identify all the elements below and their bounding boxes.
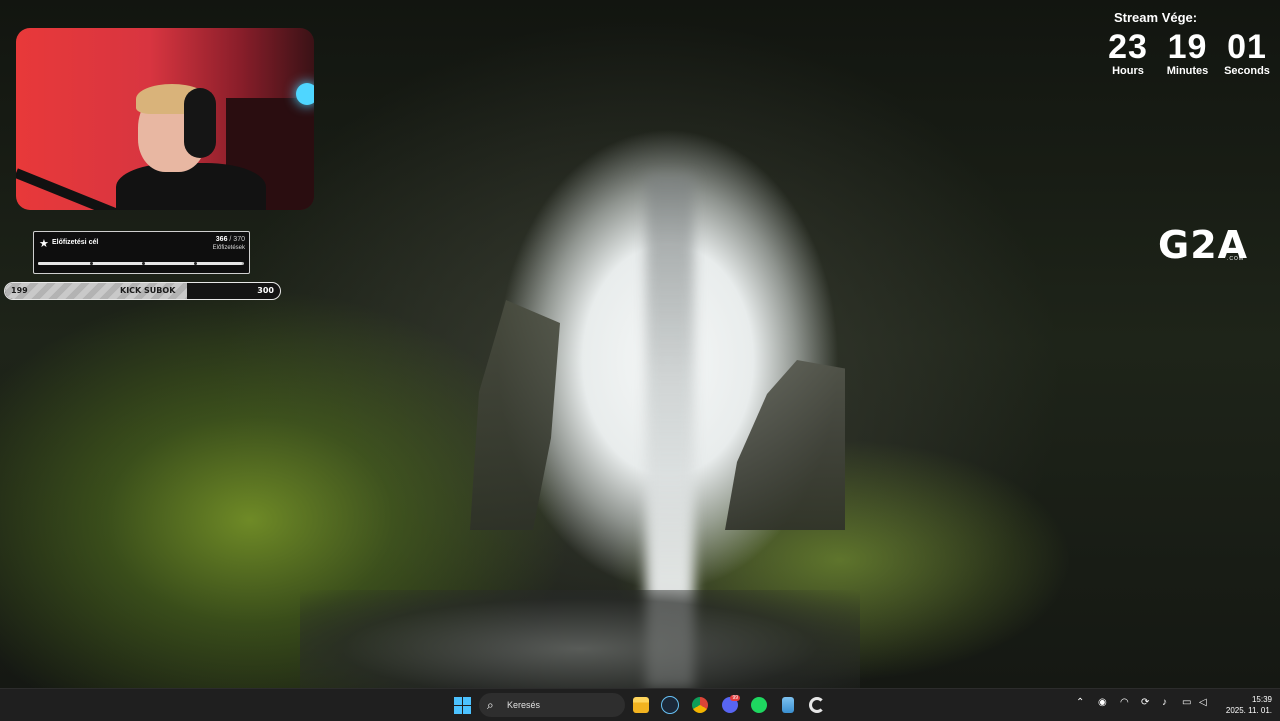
g2a-logo-domain: .COM — [1226, 256, 1245, 262]
progress-marker — [90, 262, 93, 265]
subscription-goal-progress-track — [38, 262, 244, 265]
star-icon: ★ — [39, 238, 49, 250]
countdown-minutes-label: Minutes — [1166, 65, 1209, 77]
sync-icon[interactable]: ⟳ — [1141, 697, 1149, 708]
subscription-goal-title: Előfizetési cél — [52, 239, 99, 246]
chevron-up-icon[interactable]: ⌃ — [1076, 697, 1084, 708]
network-icon[interactable]: ▭ — [1182, 697, 1191, 708]
countdown-seconds: 01 Seconds — [1219, 29, 1275, 77]
g2a-sponsor-logo: G2A .COM — [1158, 226, 1248, 264]
chrome-button[interactable] — [688, 693, 712, 717]
spotify-button[interactable] — [747, 693, 771, 717]
kick-subs-label: KICK SUBOK — [120, 286, 176, 295]
chrome-icon — [692, 697, 708, 713]
obs-icon[interactable]: ◉ — [1098, 697, 1107, 708]
webcam-microphone-arm — [16, 168, 130, 210]
subscription-goal-widget: ★ Előfizetési cél 366 / 370 Előfizetések — [33, 231, 250, 274]
steam-button[interactable] — [658, 693, 682, 717]
wallpaper-ground — [300, 590, 860, 688]
steam-icon — [661, 696, 679, 714]
subscription-goal-current: 366 — [215, 236, 228, 243]
progress-marker — [142, 262, 145, 265]
subscription-goal-progress-fill — [38, 262, 242, 265]
notepad-icon — [782, 697, 794, 713]
webcam-headphones — [184, 88, 216, 158]
taskbar-date: 2025. 11. 01. — [1225, 706, 1272, 715]
app-c-icon — [809, 697, 825, 713]
taskbar-search-box[interactable]: ⌕ Keresés — [479, 693, 625, 717]
discord-notification-badge: 99 — [730, 695, 740, 701]
countdown-title: Stream Vége: — [1114, 10, 1198, 25]
countdown-hours-label: Hours — [1112, 65, 1144, 77]
headset-icon[interactable]: ◠ — [1120, 697, 1129, 708]
progress-marker — [194, 262, 197, 265]
taskbar-clock[interactable]: 15:39 2025. 11. 01. — [1226, 694, 1272, 716]
spotify-icon — [751, 697, 767, 713]
stream-end-countdown: Stream Vége: 23 Hours 19 Minutes 01 Seco… — [1100, 10, 1275, 77]
webcam-overlay — [16, 28, 314, 210]
kick-subs-max: 300 — [257, 286, 274, 295]
countdown-hours: 23 Hours — [1100, 29, 1156, 77]
app-c-button[interactable] — [805, 693, 829, 717]
countdown-seconds-label: Seconds — [1224, 65, 1270, 77]
subscription-goal-target: / 370 — [229, 236, 245, 243]
countdown-hours-value: 23 — [1108, 28, 1148, 66]
subscription-goal-label: Előfizetések — [212, 245, 245, 251]
countdown-seconds-value: 01 — [1227, 28, 1267, 66]
windows-taskbar: ⌕ Keresés 99 ⌃ ◉ ◠ ⟳ ♪ ▭ ◁ 15:39 2025. 1… — [0, 688, 1280, 721]
webcam-lamp — [296, 83, 314, 105]
countdown-minutes-value: 19 — [1167, 28, 1208, 66]
volume-icon[interactable]: ◁ — [1199, 697, 1207, 708]
windows-start-button[interactable] — [450, 693, 474, 717]
file-explorer-button[interactable] — [629, 693, 653, 717]
notepad-button[interactable] — [776, 693, 800, 717]
taskbar-time: 15:39 — [1251, 695, 1272, 704]
webcam-streamer-body — [116, 163, 266, 210]
discord-icon: 99 — [722, 695, 740, 713]
file-explorer-icon — [633, 697, 649, 713]
taskbar-search-placeholder: Keresés — [507, 700, 541, 710]
countdown-minutes: 19 Minutes — [1160, 29, 1216, 77]
windows-start-icon — [453, 696, 471, 714]
search-icon: ⌕ — [487, 698, 494, 712]
kick-subs-min: 199 — [11, 286, 28, 295]
discord-button[interactable]: 99 — [718, 693, 742, 717]
microphone-icon[interactable]: ♪ — [1162, 697, 1167, 708]
kick-subs-progress-bar: 199 KICK SUBOK 300 — [4, 282, 281, 300]
subscription-goal-count: 366 / 370 — [216, 236, 245, 243]
